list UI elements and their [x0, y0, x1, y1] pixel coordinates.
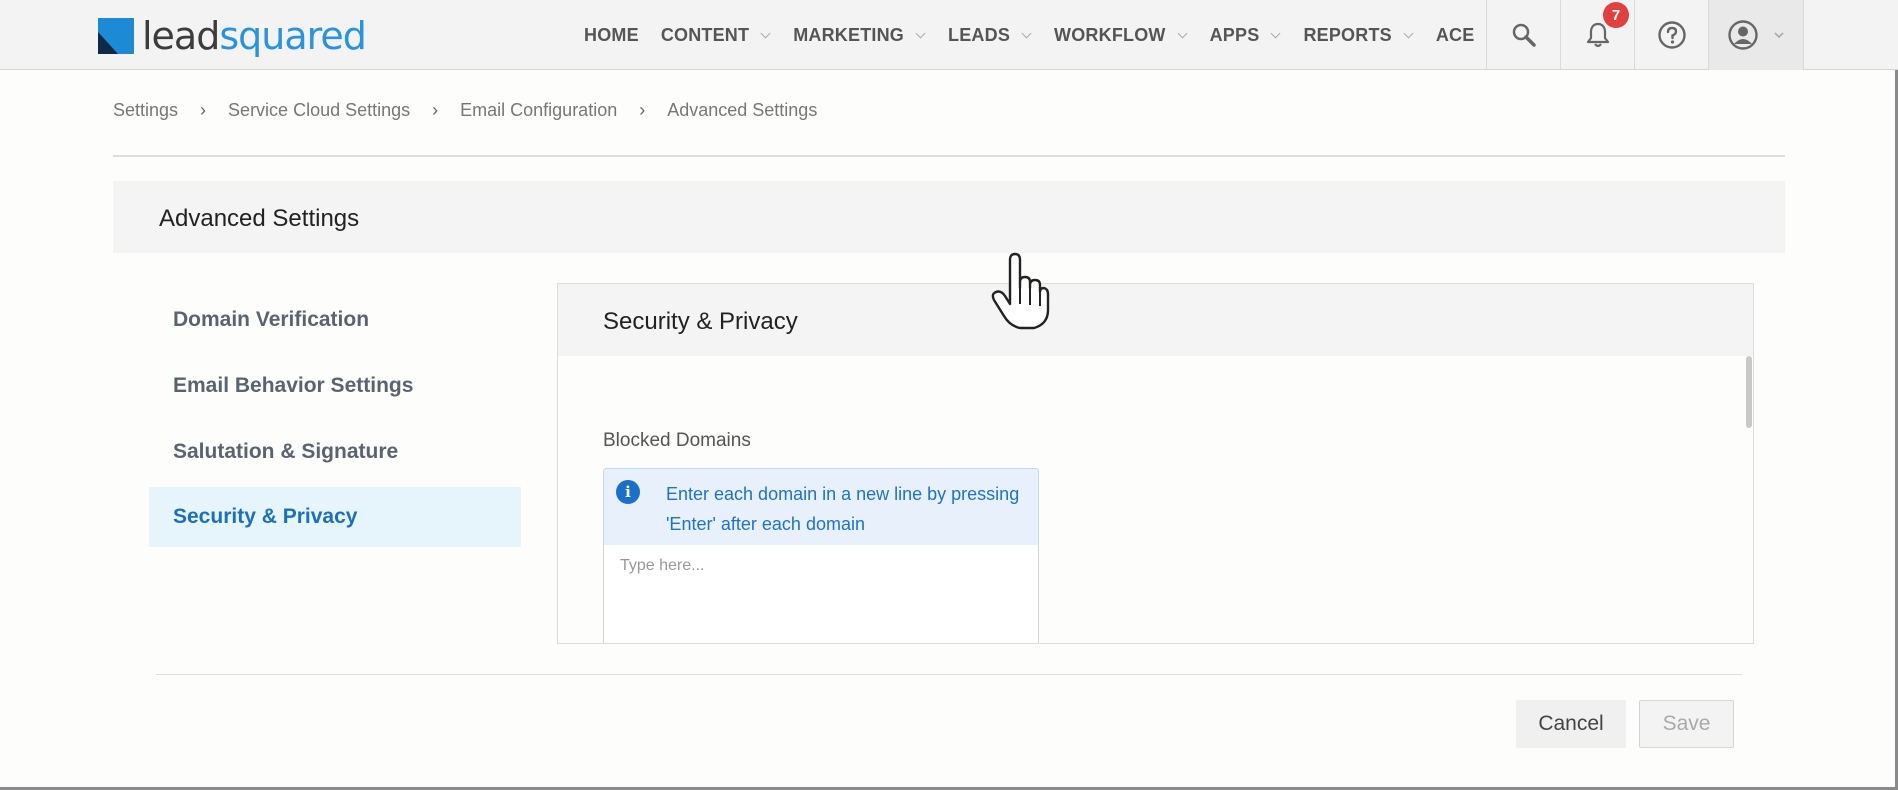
- help-icon: [1657, 21, 1686, 49]
- sidebar-item-salutation-signature[interactable]: Salutation & Signature: [149, 422, 521, 482]
- panel-title: Security & Privacy: [603, 308, 798, 335]
- sidebar-item-domain-verification[interactable]: Domain Verification: [149, 290, 521, 350]
- nav-reports[interactable]: REPORTS: [1303, 25, 1413, 46]
- breadcrumb: Settings › Service Cloud Settings › Emai…: [113, 100, 817, 121]
- nav-leads[interactable]: LEADS: [948, 25, 1032, 46]
- chevron-down-icon: [1178, 30, 1188, 40]
- nav-content[interactable]: CONTENT: [661, 25, 771, 46]
- hand-cursor-icon: [991, 252, 1050, 330]
- save-button[interactable]: Save: [1639, 700, 1734, 748]
- top-navbar: leadsquared HOME CONTENT MARKETING LEADS…: [0, 0, 1898, 70]
- blocked-domains-label: Blocked Domains: [603, 430, 751, 451]
- chevron-down-icon: [1404, 30, 1414, 40]
- leadsquared-logo[interactable]: leadsquared: [98, 14, 367, 58]
- chevron-down-icon: [1022, 30, 1032, 40]
- panel-scrollbar[interactable]: [1746, 356, 1752, 428]
- chevron-right-icon: ›: [432, 100, 439, 120]
- info-message-text: Enter each domain in a new line by press…: [666, 484, 1020, 534]
- nav-home[interactable]: HOME: [584, 25, 639, 46]
- breadcrumb-divider: [113, 155, 1785, 157]
- breadcrumb-service-cloud-settings[interactable]: Service Cloud Settings: [228, 100, 410, 121]
- footer-divider: [156, 674, 1742, 675]
- sidebar-item-security-privacy[interactable]: Security & Privacy: [149, 487, 521, 547]
- notification-count-badge: 7: [1603, 2, 1629, 28]
- logo-mark-icon: [98, 18, 134, 54]
- breadcrumb-settings[interactable]: Settings: [113, 100, 178, 121]
- nav-apps[interactable]: APPS: [1210, 25, 1282, 46]
- blocked-domains-input[interactable]: [603, 545, 1039, 643]
- chevron-right-icon: ›: [639, 100, 646, 120]
- sidebar-item-email-behavior-settings[interactable]: Email Behavior Settings: [149, 356, 521, 416]
- chevron-down-icon: [1271, 30, 1281, 40]
- info-icon: i: [616, 480, 640, 504]
- cancel-button[interactable]: Cancel: [1516, 700, 1626, 748]
- search-icon: [1512, 23, 1536, 47]
- chevron-down-icon: [761, 30, 771, 40]
- bell-icon: [1586, 22, 1609, 48]
- security-privacy-panel: Security & Privacy Blocked Domains i Ent…: [557, 283, 1754, 644]
- help-button[interactable]: [1634, 0, 1708, 70]
- breadcrumb-advanced-settings: Advanced Settings: [667, 100, 818, 120]
- chevron-down-icon: [1774, 32, 1784, 39]
- chevron-right-icon: ›: [200, 100, 207, 120]
- user-icon: [1728, 20, 1758, 50]
- profile-menu-button[interactable]: [1708, 0, 1804, 70]
- nav-icon-group: 7: [1486, 0, 1804, 70]
- notifications-button[interactable]: 7: [1560, 0, 1634, 70]
- breadcrumb-email-configuration[interactable]: Email Configuration: [460, 100, 617, 121]
- page-title: Advanced Settings: [159, 205, 360, 232]
- info-message: i Enter each domain in a new line by pre…: [603, 468, 1039, 546]
- chevron-down-icon: [916, 30, 926, 40]
- nav-workflow[interactable]: WORKFLOW: [1054, 25, 1188, 46]
- logo-wordmark: leadsquared: [142, 14, 367, 58]
- search-button[interactable]: [1486, 0, 1560, 70]
- nav-marketing[interactable]: MARKETING: [793, 25, 926, 46]
- main-nav: HOME CONTENT MARKETING LEADS WORKFLOW AP…: [584, 0, 1496, 70]
- page-header: Advanced Settings: [113, 181, 1785, 253]
- nav-ace[interactable]: ACE: [1436, 25, 1475, 46]
- panel-header: Security & Privacy: [558, 284, 1753, 356]
